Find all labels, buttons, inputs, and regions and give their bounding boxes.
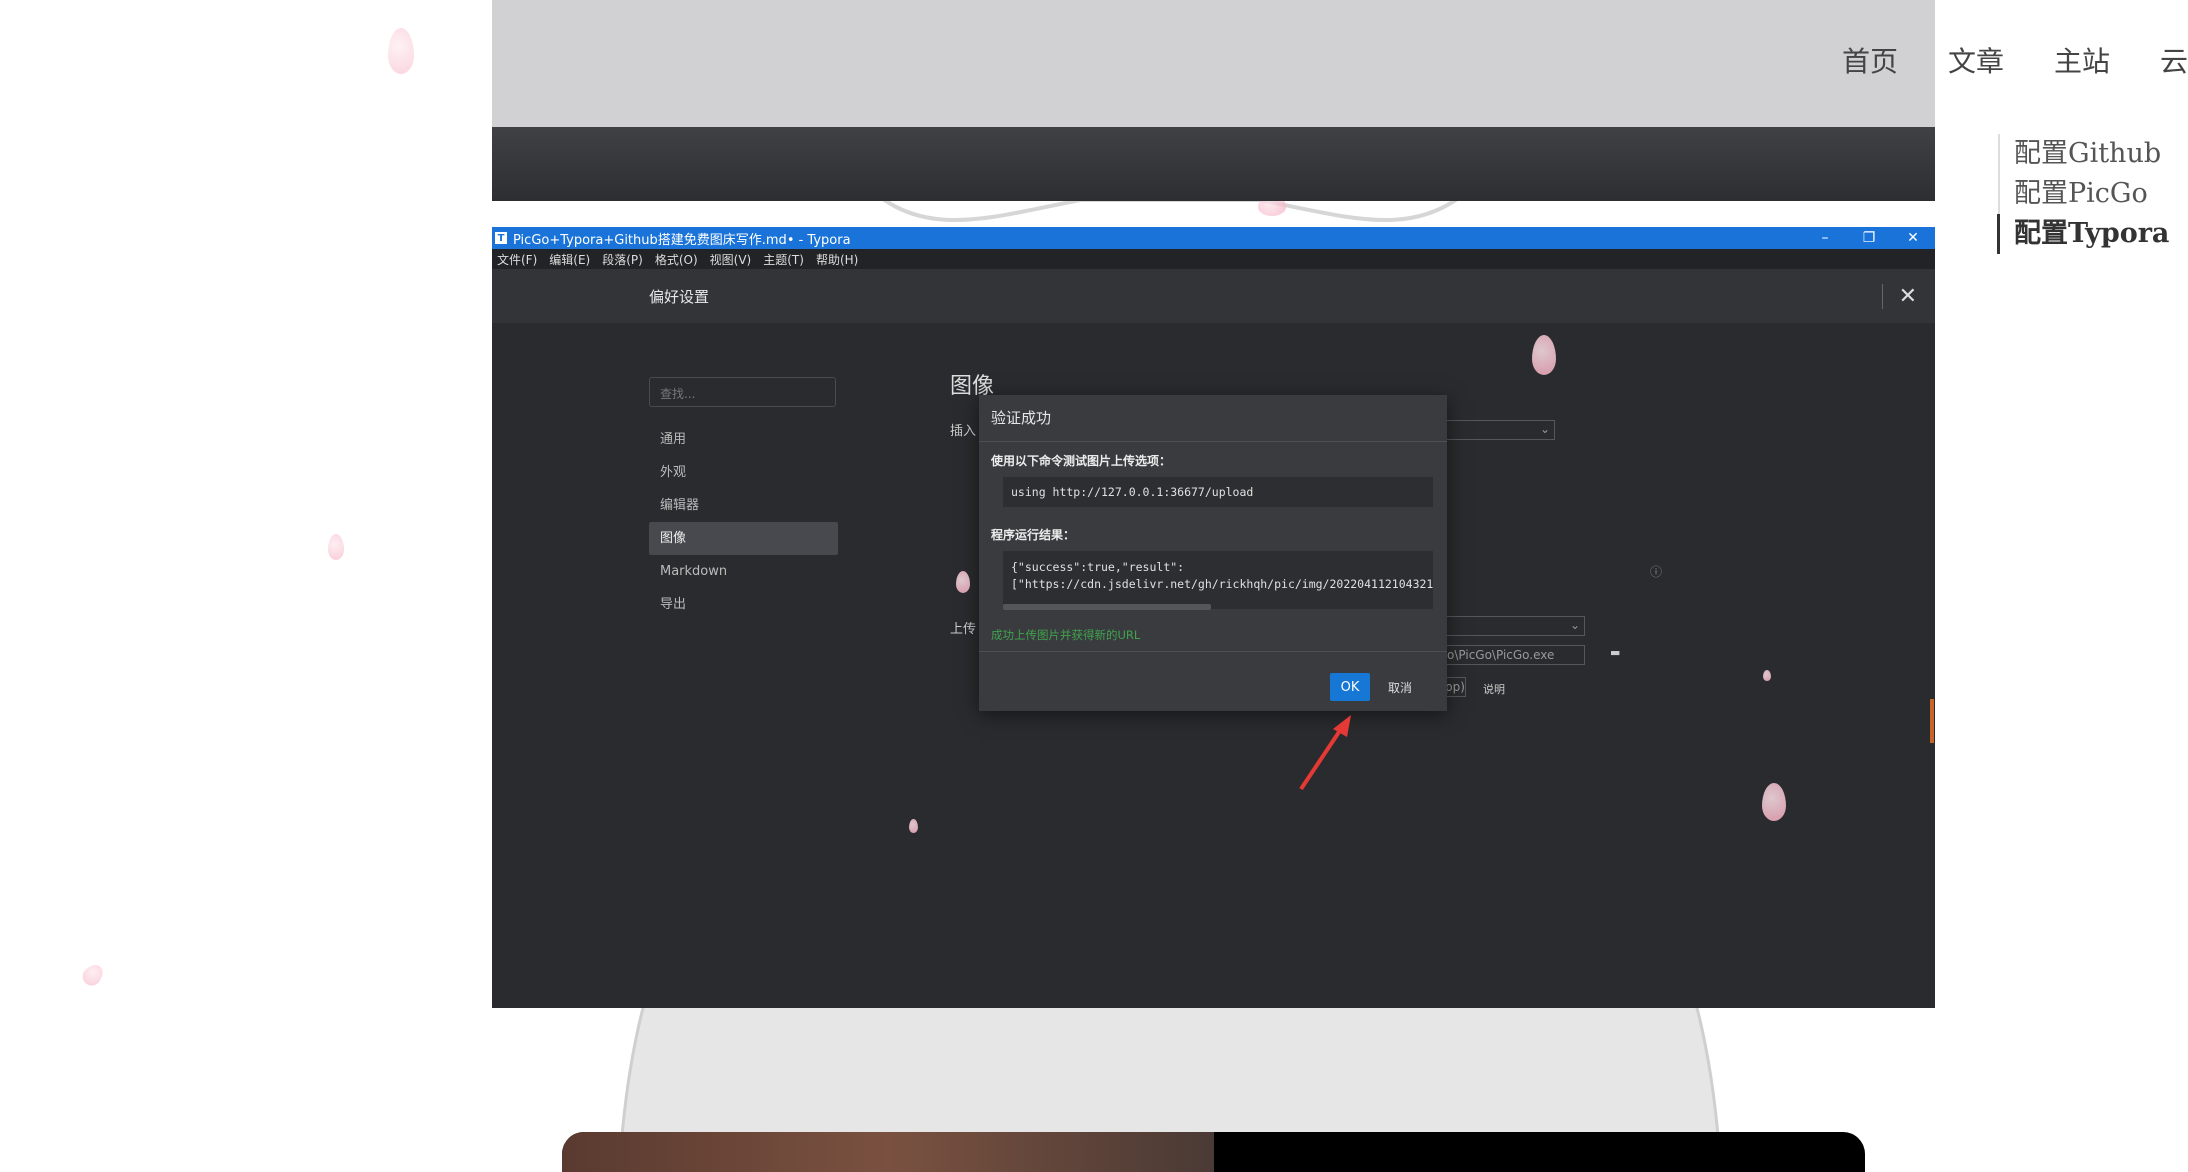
window-titlebar: T PicGo+Typora+Github搭建免费图床写作.md• - Typo…	[492, 227, 1935, 249]
upload-label: 上传	[950, 622, 977, 637]
pref-nav-general[interactable]: 通用	[649, 423, 838, 456]
top-navigation: 首页 文章 主站 云	[1842, 40, 2188, 80]
result-line: {"success":true,"result":	[1011, 560, 1185, 574]
pref-nav-markdown[interactable]: Markdown	[649, 555, 838, 588]
cancel-button[interactable]: 取消	[1377, 673, 1423, 701]
pref-nav-appearance[interactable]: 外观	[649, 456, 838, 489]
menu-help[interactable]: 帮助(H)	[816, 251, 858, 268]
result-line: ["https://cdn.jsdelivr.net/gh/rickhqh/pi…	[1011, 577, 1433, 591]
petal-decoration	[388, 28, 414, 74]
hero-banner-bottom	[492, 127, 1935, 201]
menu-format[interactable]: 格式(O)	[655, 251, 698, 268]
typora-window-screenshot: T PicGo+Typora+Github搭建免费图床写作.md• - Typo…	[492, 227, 1935, 1008]
command-label: 使用以下命令测试图片上传选项：	[991, 454, 1172, 468]
nav-cloud-link[interactable]: 云	[2160, 40, 2188, 80]
menu-edit[interactable]: 编辑(E)	[549, 251, 590, 268]
result-box: {"success":true,"result": ["https://cdn.j…	[1003, 551, 1433, 609]
menu-paragraph[interactable]: 段落(P)	[602, 251, 643, 268]
card-image	[562, 1132, 1214, 1172]
insert-label: 插入	[950, 424, 977, 439]
hero-banner	[492, 0, 1935, 127]
scrollbar-thumb[interactable]	[1930, 699, 1934, 743]
petal-decoration	[79, 960, 107, 990]
chevron-down-icon: ⌄	[1569, 618, 1580, 632]
toc-item-picgo[interactable]: 配置PicGo	[2014, 174, 2169, 214]
dialog-divider	[979, 651, 1447, 652]
petal-decoration	[956, 571, 970, 593]
minimize-icon[interactable]: –	[1803, 230, 1847, 246]
close-window-icon[interactable]: ✕	[1891, 230, 1935, 246]
menu-bar: 文件(F) 编辑(E) 段落(P) 格式(O) 视图(V) 主题(T) 帮助(H…	[492, 249, 1935, 269]
success-message: 成功上传图片并获得新的URL	[991, 628, 1141, 642]
pref-nav-editor[interactable]: 编辑器	[649, 489, 838, 522]
nav-articles-link[interactable]: 文章	[1948, 40, 2004, 80]
pref-nav-export[interactable]: 导出	[649, 588, 838, 621]
menu-view[interactable]: 视图(V)	[710, 251, 752, 268]
pref-nav-image[interactable]: 图像	[649, 522, 838, 555]
folder-icon[interactable]: ▬	[1610, 646, 1620, 659]
preferences-nav: 通用 外观 编辑器 图像 Markdown 导出	[649, 423, 838, 621]
preferences-title: 偏好设置	[649, 287, 710, 306]
preferences-search-input[interactable]: 查找...	[649, 377, 836, 407]
petal-decoration	[909, 819, 918, 833]
nav-main-site-link[interactable]: 主站	[2054, 40, 2110, 80]
help-icon[interactable]: ⓘ	[1650, 563, 1662, 580]
verification-dialog: 验证成功 使用以下命令测试图片上传选项： using http://127.0.…	[979, 395, 1447, 711]
toc-item-typora[interactable]: 配置Typora	[1997, 214, 2169, 254]
restore-icon[interactable]: ❐	[1847, 230, 1891, 246]
typora-logo-icon: T	[495, 232, 507, 244]
chevron-down-icon: ⌄	[1539, 422, 1550, 436]
result-scrollbar[interactable]	[1003, 604, 1211, 610]
ok-button[interactable]: OK	[1330, 673, 1370, 701]
help-link[interactable]: 说明	[1483, 681, 1505, 697]
next-article-card[interactable]	[562, 1132, 1865, 1172]
close-preferences-icon[interactable]: ✕	[1881, 283, 1917, 309]
petal-decoration	[1532, 335, 1556, 375]
toc-item-github[interactable]: 配置Github	[2014, 134, 2169, 174]
command-box: using http://127.0.0.1:36677/upload	[1003, 477, 1433, 507]
preferences-header: 偏好设置 ✕	[492, 269, 1935, 323]
menu-file[interactable]: 文件(F)	[497, 251, 537, 268]
result-label: 程序运行结果：	[991, 528, 1076, 542]
window-title: PicGo+Typora+Github搭建免费图床写作.md• - Typora	[513, 232, 851, 248]
uploader-select[interactable]: ⌄	[1442, 616, 1585, 636]
petal-decoration	[1762, 783, 1786, 821]
red-arrow-annotation	[1299, 715, 1351, 791]
petal-decoration	[1763, 670, 1771, 681]
dialog-title: 验证成功	[979, 395, 1447, 442]
petal-decoration	[328, 534, 344, 560]
nav-home-link[interactable]: 首页	[1842, 40, 1898, 80]
insert-select[interactable]: ⌄	[1442, 420, 1555, 440]
menu-theme[interactable]: 主题(T)	[763, 251, 804, 268]
table-of-contents: 配置Github 配置PicGo 配置Typora	[1997, 134, 2169, 254]
picgo-path-input[interactable]: o\PicGo\PicGo.exe	[1442, 645, 1585, 665]
